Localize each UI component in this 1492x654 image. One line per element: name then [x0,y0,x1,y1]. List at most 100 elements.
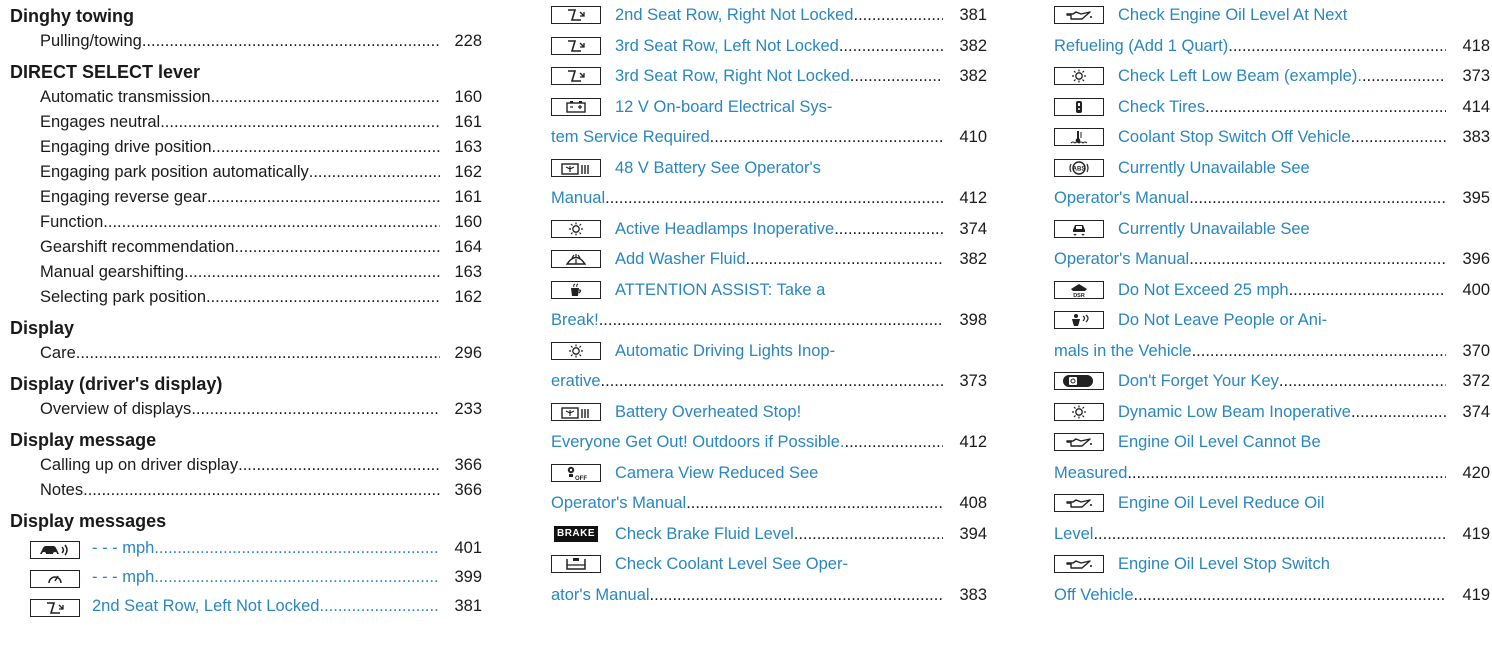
message-link[interactable]: 3rd Seat Row, Right Not Locked [615,61,850,92]
message-link[interactable]: Engine Oil Level Reduce Oil [1118,488,1324,519]
message-entry[interactable]: ABS Currently Unavailable See Operator's M… [1054,153,1490,214]
index-entry[interactable]: Pulling/towing 228 [10,29,482,54]
message-link[interactable]: Do Not Leave People or Ani- [1118,305,1327,336]
page-number[interactable]: 163 [440,135,482,160]
index-entry[interactable]: Engaging reverse gear 161 [10,185,482,210]
index-entry[interactable]: Engages neutral 161 [10,110,482,135]
page-number[interactable]: 228 [440,29,482,54]
message-link[interactable]: Engine Oil Level Stop Switch [1118,549,1330,580]
page-number[interactable]: 366 [440,478,482,503]
message-entry[interactable]: - - - mph 399 [30,563,482,592]
page-number[interactable]: 372 [1446,366,1490,397]
message-entry[interactable]: BRAKE Check Brake Fluid Level 394 [551,519,987,550]
page-number[interactable]: 419 [1446,519,1490,550]
message-link[interactable]: Refueling (Add 1 Quart) [1054,31,1228,62]
message-link[interactable]: Check Brake Fluid Level [615,519,794,550]
message-link[interactable]: Coolant Stop Switch Off Vehicle [1118,122,1351,153]
message-link[interactable]: Manual [551,183,605,214]
index-entry[interactable]: Function 160 [10,210,482,235]
message-entry[interactable]: Engine Oil Level Reduce Oil Level 419 [1054,488,1490,549]
message-link[interactable]: 12 V On-board Electrical Sys- [615,92,832,123]
message-link[interactable]: 48 V Battery See Operator's [615,153,821,184]
message-entry[interactable]: 3rd Seat Row, Left Not Locked 382 [551,31,987,62]
page-number[interactable]: 399 [440,568,482,587]
page-number[interactable]: 374 [943,214,987,245]
page-number[interactable]: 382 [943,61,987,92]
index-entry[interactable]: Calling up on driver display 366 [10,453,482,478]
message-link[interactable]: Battery Overheated Stop! [615,397,801,428]
message-entry[interactable]: 48 V Battery See Operator's Manual 412 [551,153,987,214]
message-entry[interactable]: Engine Oil Level Stop SwitchOff Vehicle 4… [1054,549,1490,610]
message-link[interactable]: Operator's Manual [551,488,686,519]
message-link[interactable]: ator's Manual [551,580,650,611]
page-number[interactable]: 370 [1446,336,1490,367]
page-number[interactable]: 163 [440,260,482,285]
page-number[interactable]: 161 [440,110,482,135]
page-number[interactable]: 381 [440,597,482,616]
index-entry[interactable]: Engaging drive position 163 [10,135,482,160]
page-number[interactable]: 400 [1446,275,1490,306]
page-number[interactable]: 401 [440,539,482,558]
message-entry[interactable]: Currently Unavailable See Operator's Manu… [1054,214,1490,275]
message-link[interactable]: Do Not Exceed 25 mph [1118,275,1289,306]
message-entry[interactable]: Check Tires 414 [1054,92,1490,123]
message-link[interactable]: Check Tires [1118,92,1205,123]
page-number[interactable]: 420 [1446,458,1490,489]
page-number[interactable]: 398 [943,305,987,336]
message-entry[interactable]: 2nd Seat Row, Right Not Locked 381 [551,0,987,31]
page-number[interactable]: 414 [1446,92,1490,123]
page-number[interactable]: 373 [943,366,987,397]
message-entry[interactable]: Coolant Stop Switch Off Vehicle 383 [1054,122,1490,153]
message-link[interactable]: Check Engine Oil Level At Next [1118,0,1347,31]
message-link[interactable]: Everyone Get Out! Outdoors if Possible. [551,427,844,458]
message-link[interactable]: Active Headlamps Inoperative [615,214,834,245]
message-link[interactable]: Measured [1054,458,1127,489]
page-number[interactable]: 418 [1446,31,1490,62]
page-number[interactable]: 383 [1446,122,1490,153]
page-number[interactable]: 395 [1446,183,1490,214]
message-entry[interactable]: - - - mph 401 [30,534,482,563]
page-number[interactable]: 394 [943,519,987,550]
message-entry[interactable]: 2nd Seat Row, Left Not Locked 381 [30,592,482,621]
message-link[interactable]: Automatic Driving Lights Inop- [615,336,835,367]
message-link[interactable]: Engine Oil Level Cannot Be [1118,427,1321,458]
message-link[interactable]: Currently Unavailable See [1118,214,1310,245]
page-number[interactable]: 410 [943,122,987,153]
message-link[interactable]: 2nd Seat Row, Right Not Locked [615,0,853,31]
message-entry[interactable]: Dynamic Low Beam Inoperative 374 [1054,397,1490,428]
message-link[interactable]: Operator's Manual [1054,244,1189,275]
message-entry[interactable]: Do Not Leave People or Ani-mals in the V… [1054,305,1490,366]
page-number[interactable]: 382 [943,244,987,275]
index-entry[interactable]: Selecting park position 162 [10,285,482,310]
message-link[interactable]: Operator's Manual [1054,183,1189,214]
message-link[interactable]: Currently Unavailable See [1118,153,1310,184]
page-number[interactable]: 164 [440,235,482,260]
message-link[interactable]: Check Left Low Beam (example). [1118,61,1362,92]
message-entry[interactable]: Check Coolant Level See Oper-ator's Manu… [551,549,987,610]
message-entry[interactable]: Battery Overheated Stop! Everyone Get Out… [551,397,987,458]
page-number[interactable]: 396 [1446,244,1490,275]
page-number[interactable]: 233 [440,397,482,422]
page-number[interactable]: 408 [943,488,987,519]
message-link[interactable]: Break! [551,305,599,336]
index-entry[interactable]: Care 296 [10,341,482,366]
page-number[interactable]: 366 [440,453,482,478]
message-link[interactable]: mals in the Vehicle [1054,336,1192,367]
message-entry[interactable]: 12 V On-board Electrical Sys-tem Service… [551,92,987,153]
message-link[interactable]: Don't Forget Your Key [1118,366,1279,397]
page-number[interactable]: 412 [943,183,987,214]
page-number[interactable]: 412 [943,427,987,458]
message-entry[interactable]: Automatic Driving Lights Inop-erative 373 [551,336,987,397]
message-link[interactable]: 3rd Seat Row, Left Not Locked [615,31,839,62]
index-entry[interactable]: Gearshift recommendation 164 [10,235,482,260]
page-number[interactable]: 160 [440,210,482,235]
message-link[interactable]: ATTENTION ASSIST: Take a [615,275,825,306]
message-entry[interactable]: Check Engine Oil Level At Next Refueling … [1054,0,1490,61]
message-link[interactable]: tem Service Required [551,122,710,153]
index-entry[interactable]: Automatic transmission 160 [10,85,482,110]
message-link[interactable]: Off Vehicle [1054,580,1134,611]
page-number[interactable]: 162 [440,160,482,185]
index-entry[interactable]: Manual gearshifting 163 [10,260,482,285]
message-link[interactable]: Check Coolant Level See Oper- [615,549,848,580]
message-entry[interactable]: OFF Camera View Reduced See Operator's Man… [551,458,987,519]
